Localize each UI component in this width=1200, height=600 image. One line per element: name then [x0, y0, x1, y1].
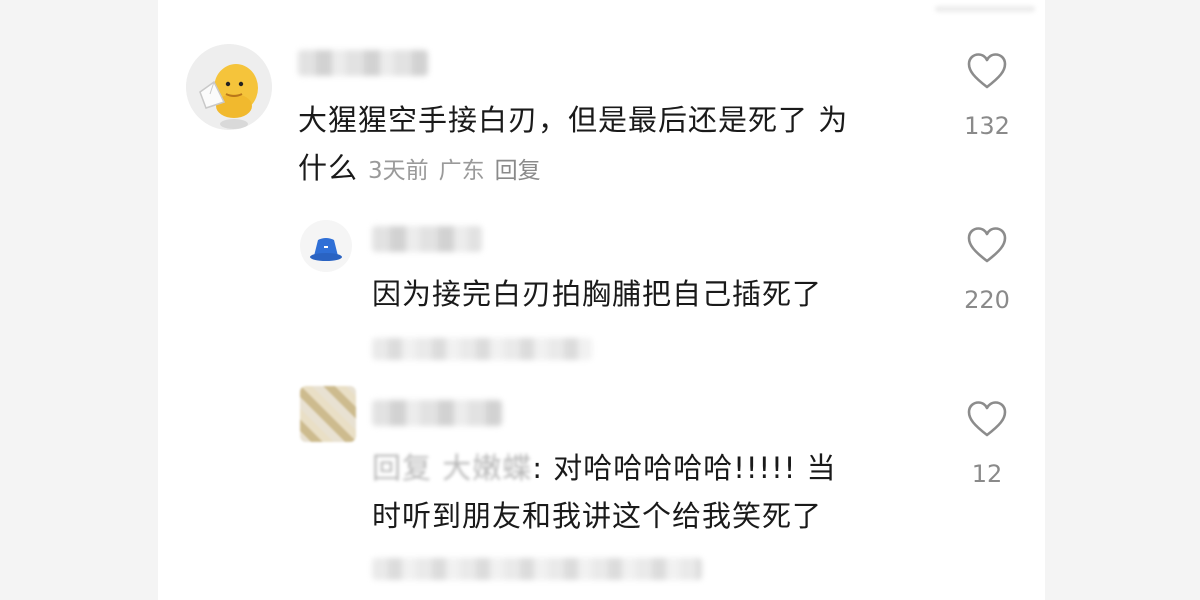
like-button[interactable]: 220 — [952, 226, 1022, 314]
comment-text-line1: 大猩猩空手接白刃，但是最后还是死了 为 — [298, 103, 849, 137]
heart-outline-icon — [967, 227, 1007, 263]
like-count: 12 — [971, 460, 1003, 488]
comment-time: 3天前 — [368, 158, 429, 184]
left-margin — [0, 0, 158, 600]
blurred-reply-meta — [372, 558, 702, 580]
like-button[interactable]: 12 — [952, 400, 1022, 488]
reply-text-line1-row: 回复 大嫩蝶: 对哈哈哈哈哈!!!!! 当 — [372, 444, 932, 492]
user-avatar[interactable] — [300, 220, 352, 272]
like-count: 132 — [964, 112, 1010, 140]
cartoon-egg-avatar-icon — [186, 44, 272, 130]
comment-location: 广东 — [438, 158, 485, 184]
comment-text-line2: 什么 — [298, 151, 359, 185]
reply-reference[interactable]: 回复 大嫩蝶 — [372, 451, 532, 485]
reply-text: 回复 大嫩蝶: 对哈哈哈哈哈!!!!! 当 时听到朋友和我讲这个给我笑死了 — [372, 444, 932, 540]
reply-text-line: 因为接完白刃拍胸脯把自己插死了 — [372, 277, 823, 311]
reply-text-line1: : 对哈哈哈哈哈!!!!! 当 — [532, 451, 837, 485]
comment-text: 大猩猩空手接白刃，但是最后还是死了 为 什么 3天前 广东 回复 — [298, 96, 918, 195]
user-avatar[interactable] — [300, 386, 356, 442]
comment-meta: 3天前 广东 回复 — [368, 158, 551, 184]
blurred-reply-meta — [372, 338, 592, 360]
blurred-username — [298, 50, 428, 76]
blurred-top-element — [935, 6, 1035, 12]
comment-screen: 大猩猩空手接白刃，但是最后还是死了 为 什么 3天前 广东 回复 132 因为接完白刃… — [0, 0, 1200, 600]
comment-text-line2-row: 什么 3天前 广东 回复 — [298, 144, 918, 195]
like-count: 220 — [964, 286, 1010, 314]
user-avatar[interactable] — [186, 44, 272, 130]
like-button[interactable]: 132 — [952, 52, 1022, 140]
blue-hat-avatar-icon — [300, 220, 352, 272]
heart-outline-icon — [967, 53, 1007, 89]
blurred-username — [372, 400, 502, 426]
reply-text-line2: 时听到朋友和我讲这个给我笑死了 — [372, 499, 823, 533]
reply-button[interactable]: 回复 — [495, 158, 541, 184]
heart-outline-icon — [967, 401, 1007, 437]
blurred-username — [372, 226, 482, 252]
right-margin — [1045, 0, 1200, 600]
reply-text: 因为接完白刃拍胸脯把自己插死了 — [372, 270, 932, 318]
